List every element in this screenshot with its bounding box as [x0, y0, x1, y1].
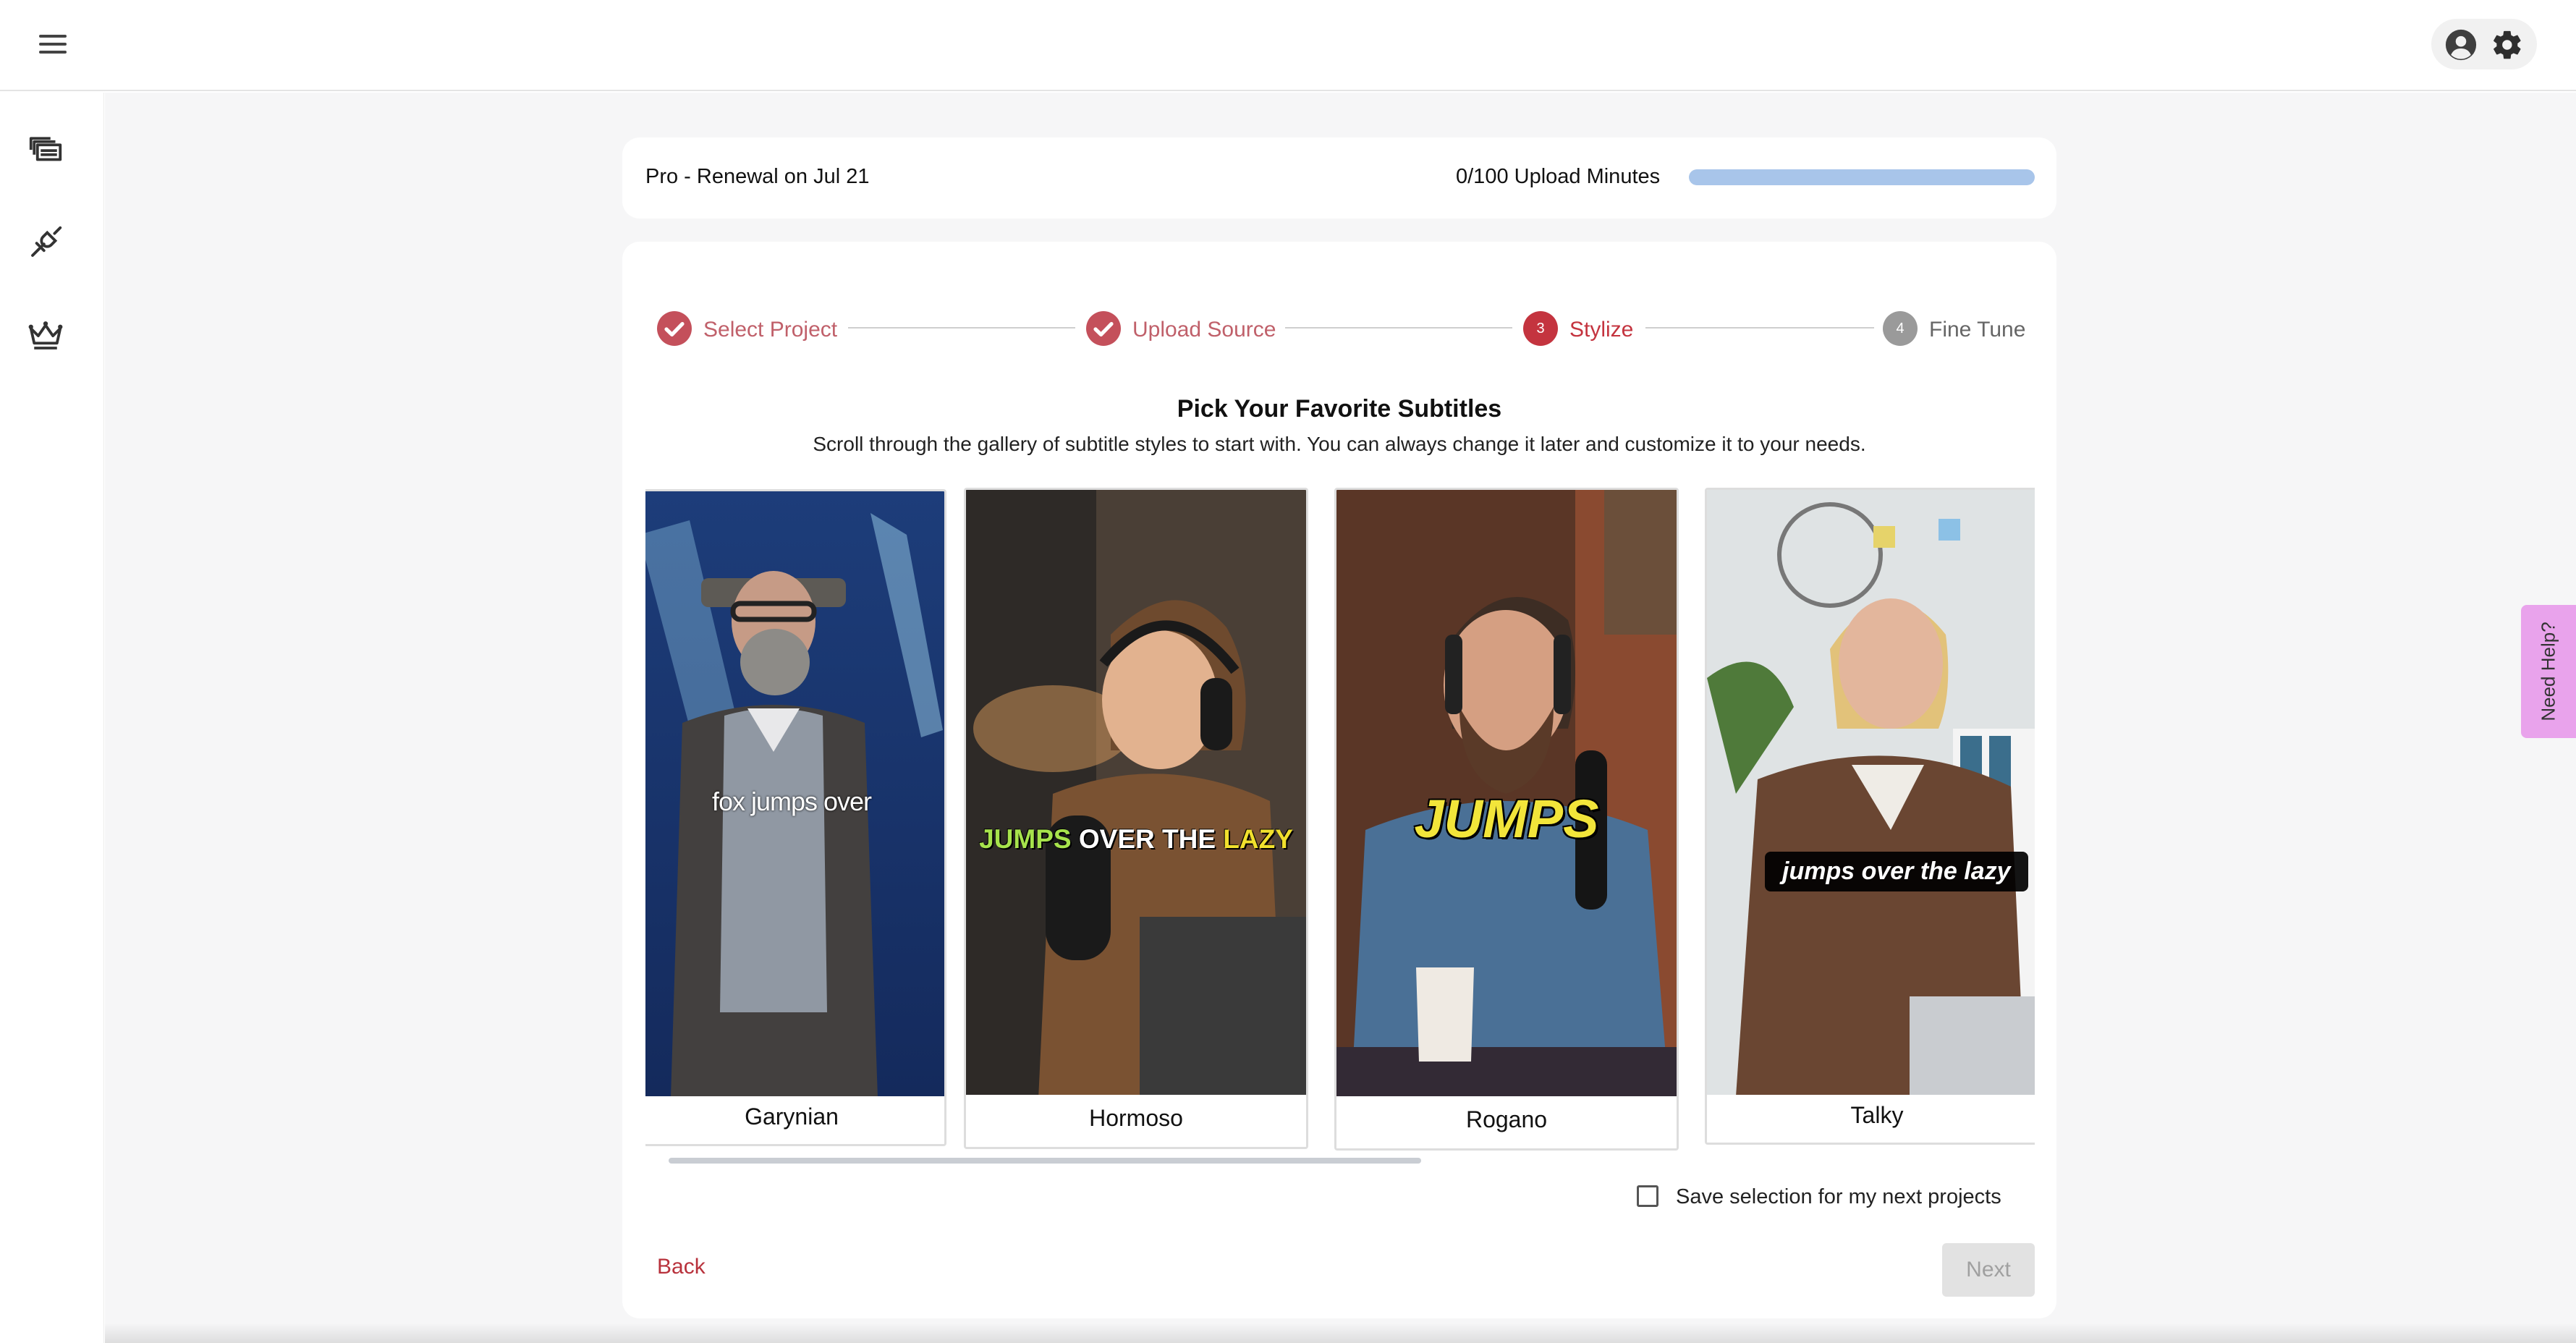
crown-premium-icon[interactable] [26, 315, 65, 355]
step-number-badge: 3 [1523, 311, 1558, 346]
step-label: Upload Source [1132, 318, 1276, 342]
style-card-hormoso[interactable]: Hormoso JUMPS OVER THE LAZY [964, 488, 1308, 1149]
caption-preview: JUMPS OVER THE LAZY [966, 824, 1306, 855]
style-card-talky[interactable]: Talky jumps over the lazy [1705, 488, 2035, 1145]
caption-preview: JUMPS [1414, 789, 1599, 849]
step-connector [1285, 327, 1512, 329]
next-button[interactable]: Next [1942, 1243, 2035, 1297]
need-help-tab[interactable]: Need Help? [2521, 605, 2576, 738]
upload-minutes-text: 0/100 Upload Minutes [1456, 165, 1661, 188]
top-bar [0, 0, 2576, 91]
style-preview-talky [1707, 490, 2035, 1096]
step-label: Stylize [1569, 318, 1634, 342]
step-fine-tune[interactable]: 4 Fine Tune [1883, 311, 2028, 347]
style-name: Rogano [1336, 1096, 1677, 1148]
style-card-garynian[interactable]: Garynian fox jumps over [645, 489, 946, 1146]
style-name: Hormoso [966, 1095, 1306, 1147]
check-icon [1086, 311, 1121, 346]
settings-gear-icon[interactable] [2491, 28, 2524, 62]
account-controls [2431, 19, 2537, 69]
sidebar [0, 93, 104, 1343]
step-upload-source[interactable]: Upload Source [1086, 311, 1281, 347]
subtitle-style-gallery[interactable]: Garynian fox jumps over Hormoso JUMPS OV… [645, 486, 2035, 1210]
step-connector [848, 327, 1075, 329]
step-label: Select Project [703, 318, 838, 342]
step-number-badge: 4 [1883, 311, 1918, 346]
need-help-label: Need Help? [2537, 622, 2559, 721]
wizard-card: Select Project Upload Source 3 Stylize 4… [622, 242, 2056, 1318]
gallery-scrollbar-thumb[interactable] [669, 1158, 1421, 1164]
caption-word: OVER THE [1071, 824, 1224, 854]
gallery-scrollbar[interactable] [669, 1158, 2000, 1165]
caption-word-highlight: LAZY [1223, 824, 1293, 854]
upload-minutes-progress-fill [1689, 169, 2035, 185]
save-selection-checkbox[interactable] [1637, 1185, 1658, 1207]
plan-renewal-text: Pro - Renewal on Jul 21 [645, 165, 870, 188]
step-select-project[interactable]: Select Project [657, 311, 845, 347]
page-heading: Pick Your Favorite Subtitles [1177, 395, 1502, 423]
style-card-rogano[interactable]: Rogano JUMPS [1334, 488, 1679, 1151]
step-label: Fine Tune [1929, 318, 2026, 342]
plan-card: Pro - Renewal on Jul 21 0/100 Upload Min… [622, 137, 2056, 219]
page-subheading: Scroll through the gallery of subtitle s… [813, 433, 1866, 455]
step-connector [1645, 327, 1874, 329]
caption-preview: fox jumps over [711, 787, 872, 816]
projects-stack-icon[interactable] [26, 130, 65, 169]
check-icon [657, 311, 692, 346]
bottom-shadow [105, 1323, 2576, 1343]
hamburger-menu-icon[interactable] [33, 27, 72, 61]
upload-minutes-progress [1689, 169, 2035, 185]
save-selection-label: Save selection for my next projects [1676, 1185, 2001, 1208]
caption-word-highlight: JUMPS [979, 824, 1072, 854]
style-name: Talky [1707, 1095, 2035, 1143]
plug-connect-icon[interactable] [26, 223, 65, 262]
account-icon[interactable] [2444, 28, 2478, 62]
step-stylize[interactable]: 3 Stylize [1523, 311, 1639, 347]
style-preview-hormoso [966, 490, 1306, 1099]
style-name: Garynian [645, 1096, 944, 1144]
back-button[interactable]: Back [657, 1255, 706, 1279]
caption-preview: jumps over the lazy [1765, 852, 2028, 891]
